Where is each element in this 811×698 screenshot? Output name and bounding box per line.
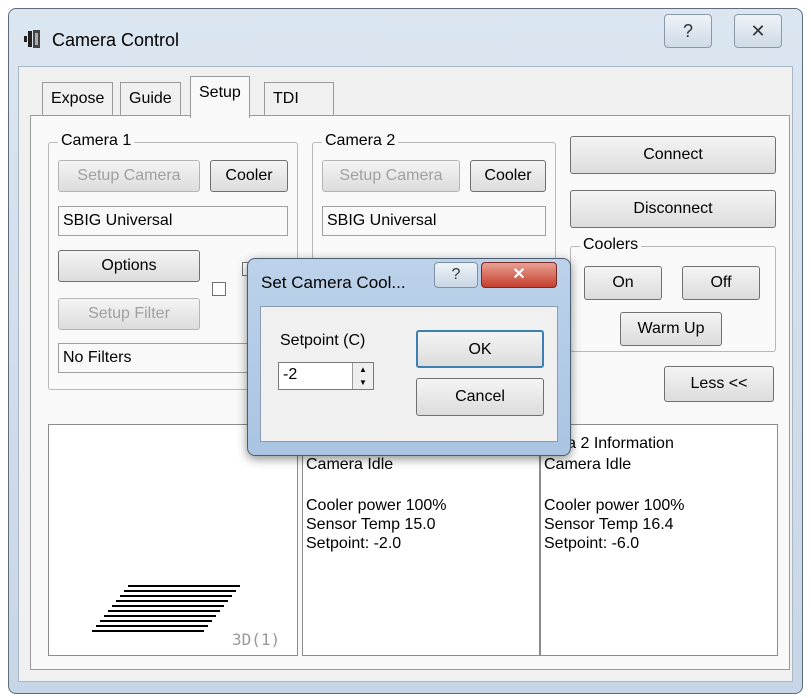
camera2-status: Camera Idle	[544, 456, 632, 473]
3d-viewer-label: 3D(1)	[232, 630, 281, 649]
camera1-cooler-power: Cooler power 100%	[306, 497, 447, 514]
tab-guide[interactable]: Guide	[120, 82, 181, 116]
dialog-ok-button[interactable]: OK	[416, 330, 544, 368]
camera1-status: Camera Idle	[306, 456, 394, 473]
close-button[interactable]: ✕	[734, 14, 782, 48]
setpoint-spinbox[interactable]: -2 ▲ ▼	[278, 362, 374, 390]
spin-down-icon[interactable]: ▼	[352, 376, 373, 389]
coolers-group-label: Coolers	[580, 236, 642, 254]
camera1-sensor-temp: Sensor Temp 15.0	[306, 516, 436, 533]
camera2-setup-camera-button[interactable]: Setup Camera	[322, 160, 460, 192]
camera2-cooler-button[interactable]: Cooler	[470, 160, 546, 192]
tab-tdi[interactable]: TDI	[264, 82, 334, 116]
camera2-model-field[interactable]: SBIG Universal	[322, 206, 546, 236]
camera1-cooler-button[interactable]: Cooler	[210, 160, 288, 192]
coolers-off-button[interactable]: Off	[682, 266, 760, 300]
camera1-model-field[interactable]: SBIG Universal	[58, 206, 288, 236]
coolers-on-button[interactable]: On	[584, 266, 662, 300]
dialog-close-button[interactable]: ✕	[481, 262, 557, 288]
connect-button[interactable]: Connect	[570, 136, 776, 174]
camera1-setpoint: Setpoint: -2.0	[306, 535, 402, 552]
camera1-group-label: Camera 1	[58, 132, 135, 150]
spin-up-icon[interactable]: ▲	[352, 363, 373, 377]
help-button[interactable]: ?	[664, 14, 712, 48]
warm-up-button[interactable]: Warm Up	[620, 312, 722, 346]
camera1-setup-filter-button[interactable]: Setup Filter	[58, 298, 200, 330]
setpoint-value[interactable]: -2	[283, 366, 297, 384]
camera2-group-label: Camera 2	[322, 132, 399, 150]
camera1-options-button[interactable]: Options	[58, 250, 200, 282]
tab-expose[interactable]: Expose	[42, 82, 114, 116]
camera2-setpoint: Setpoint: -6.0	[544, 535, 640, 552]
less-button[interactable]: Less <<	[664, 366, 774, 402]
disconnect-button[interactable]: Disconnect	[570, 190, 776, 228]
camera2-cooler-power: Cooler power 100%	[544, 497, 685, 514]
tab-setup[interactable]: Setup	[190, 76, 250, 118]
dialog-cancel-button[interactable]: Cancel	[416, 378, 544, 416]
setpoint-label: Setpoint (C)	[280, 332, 366, 349]
camera1-checkbox[interactable]	[212, 282, 226, 296]
dialog-title: Set Camera Cool...	[261, 273, 406, 292]
camera1-setup-camera-button[interactable]: Setup Camera	[58, 160, 200, 192]
camera-icon	[22, 28, 42, 50]
dialog-help-button[interactable]: ?	[434, 262, 478, 288]
camera2-sensor-temp: Sensor Temp 16.4	[544, 516, 674, 533]
window-title: Camera Control	[52, 30, 180, 50]
stacked-lines-graphic	[92, 585, 240, 632]
